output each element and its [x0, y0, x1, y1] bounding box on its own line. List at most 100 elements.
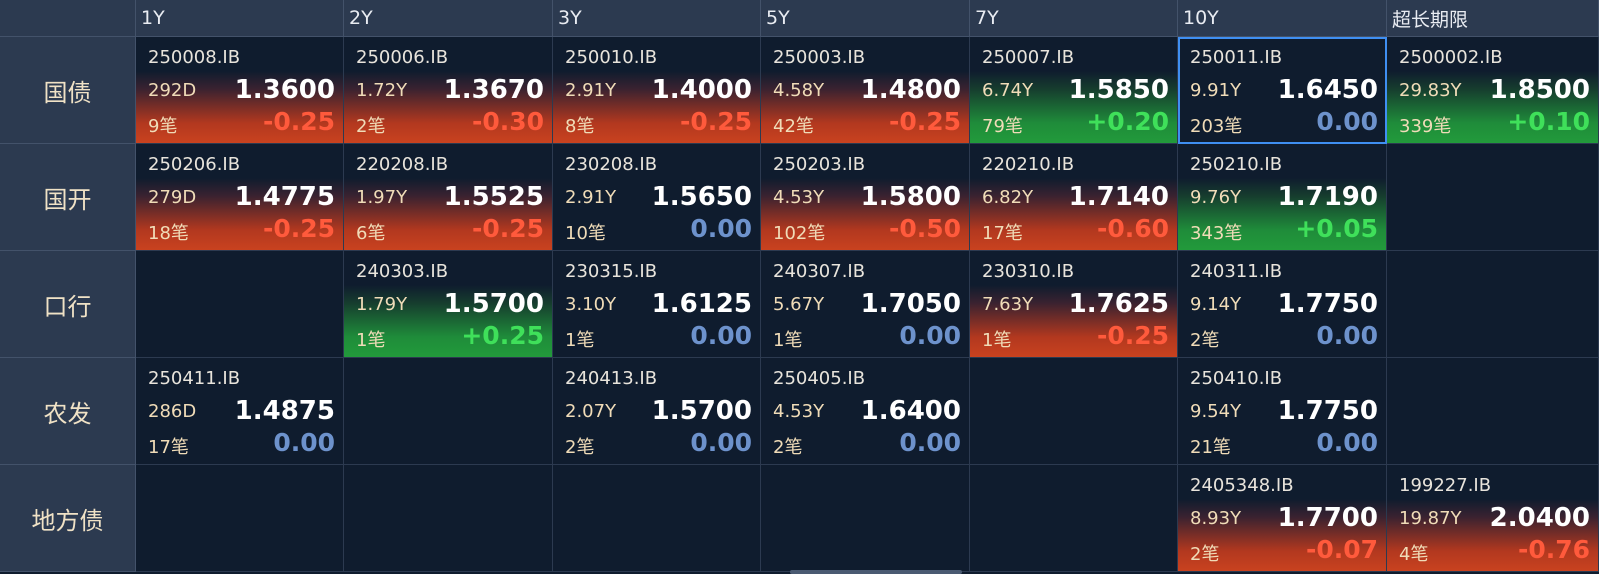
column-header-5y[interactable]: 5Y	[761, 0, 970, 37]
row-label[interactable]: 国开	[0, 144, 136, 251]
quote-cell[interactable]: 230310.IB 7.63Y 1.7625 1笔 -0.25	[970, 251, 1178, 358]
yield-value: 1.7625	[1068, 289, 1169, 319]
quote-cell[interactable]: 250010.IB 2.91Y 1.4000 8笔 -0.25	[553, 37, 761, 144]
yield-change: -0.76	[1517, 535, 1590, 564]
column-header-10y[interactable]: 10Y	[1178, 0, 1387, 37]
quote-cell[interactable]: 220208.IB 1.97Y 1.5525 6笔 -0.25	[344, 144, 553, 251]
bond-code: 230310.IB	[982, 261, 1075, 282]
empty-quote-cell	[553, 465, 761, 572]
row-label[interactable]: 口行	[0, 251, 136, 358]
quote-cell[interactable]: 250008.IB 292D 1.3600 9笔 -0.25	[136, 37, 344, 144]
quote-cell[interactable]: 250210.IB 9.76Y 1.7190 343笔 +0.05	[1178, 144, 1387, 251]
bond-quote-matrix: 1Y 2Y 3Y 5Y 7Y 10Y 超长期限 国债 250008.IB 292D 1…	[0, 0, 1599, 574]
bond-code: 250206.IB	[148, 154, 241, 175]
yield-change: -0.25	[262, 214, 335, 243]
trade-count: 10笔	[565, 223, 606, 244]
remaining-term: 9.54Y	[1190, 401, 1242, 422]
bond-code: 250410.IB	[1190, 368, 1283, 389]
bond-code: 240311.IB	[1190, 261, 1283, 282]
yield-value: 1.5700	[443, 289, 544, 319]
remaining-term: 4.53Y	[773, 401, 825, 422]
yield-change: 0.00	[1316, 428, 1378, 457]
quote-cell[interactable]: 230315.IB 3.10Y 1.6125 1笔 0.00	[553, 251, 761, 358]
column-header-7y[interactable]: 7Y	[970, 0, 1178, 37]
trade-count: 21笔	[1190, 437, 1231, 458]
empty-quote-cell	[344, 465, 553, 572]
yield-value: 1.3670	[443, 75, 544, 105]
yield-change: +0.20	[1086, 107, 1169, 136]
trade-count: 2笔	[565, 437, 595, 458]
column-header-ultra-long[interactable]: 超长期限	[1387, 0, 1599, 37]
bond-code: 250006.IB	[356, 47, 449, 68]
quote-cell[interactable]: 250203.IB 4.53Y 1.5800 102笔 -0.50	[761, 144, 970, 251]
column-header-3y[interactable]: 3Y	[553, 0, 761, 37]
bond-code: 240307.IB	[773, 261, 866, 282]
remaining-term: 286D	[148, 401, 197, 422]
yield-change: 0.00	[690, 428, 752, 457]
yield-value: 1.6400	[860, 396, 961, 426]
yield-value: 1.7700	[1277, 503, 1378, 533]
quote-cell[interactable]: 240311.IB 9.14Y 1.7750 2笔 0.00	[1178, 251, 1387, 358]
yield-value: 1.4775	[234, 182, 335, 212]
bond-code: 250203.IB	[773, 154, 866, 175]
yield-change: -0.30	[471, 107, 544, 136]
quote-cell[interactable]: 250007.IB 6.74Y 1.5850 79笔 +0.20	[970, 37, 1178, 144]
remaining-term: 8.93Y	[1190, 508, 1242, 529]
remaining-term: 2.91Y	[565, 80, 617, 101]
bond-code: 199227.IB	[1399, 475, 1492, 496]
row-label[interactable]: 农发	[0, 358, 136, 465]
quote-cell[interactable]: 240413.IB 2.07Y 1.5700 2笔 0.00	[553, 358, 761, 465]
empty-quote-cell	[136, 465, 344, 572]
quote-cell[interactable]: 2405348.IB 8.93Y 1.7700 2笔 -0.07	[1178, 465, 1387, 572]
yield-value: 1.7140	[1068, 182, 1169, 212]
bond-code: 240303.IB	[356, 261, 449, 282]
trade-count: 343笔	[1190, 223, 1243, 244]
column-header-1y[interactable]: 1Y	[136, 0, 344, 37]
quote-cell[interactable]: 240303.IB 1.79Y 1.5700 1笔 +0.25	[344, 251, 553, 358]
yield-change: 0.00	[273, 428, 335, 457]
quote-cell[interactable]: 250206.IB 279D 1.4775 18笔 -0.25	[136, 144, 344, 251]
remaining-term: 6.82Y	[982, 187, 1034, 208]
bond-code: 240413.IB	[565, 368, 658, 389]
empty-quote-cell	[344, 358, 553, 465]
yield-value: 1.4800	[860, 75, 961, 105]
quote-cell[interactable]: 2500002.IB 29.83Y 1.8500 339笔 +0.10	[1387, 37, 1599, 144]
yield-value: 1.6450	[1277, 75, 1378, 105]
quote-cell[interactable]: 250011.IB 9.91Y 1.6450 203笔 0.00	[1178, 37, 1387, 144]
remaining-term: 4.58Y	[773, 80, 825, 101]
quote-cell[interactable]: 199227.IB 19.87Y 2.0400 4笔 -0.76	[1387, 465, 1599, 572]
column-header-2y[interactable]: 2Y	[344, 0, 553, 37]
yield-value: 1.5650	[651, 182, 752, 212]
quote-cell[interactable]: 220210.IB 6.82Y 1.7140 17笔 -0.60	[970, 144, 1178, 251]
yield-value: 1.6125	[651, 289, 752, 319]
remaining-term: 7.63Y	[982, 294, 1034, 315]
remaining-term: 6.74Y	[982, 80, 1034, 101]
yield-value: 1.5850	[1068, 75, 1169, 105]
empty-quote-cell	[136, 251, 344, 358]
yield-change: -0.25	[1096, 321, 1169, 350]
quote-cell[interactable]: 250006.IB 1.72Y 1.3670 2笔 -0.30	[344, 37, 553, 144]
yield-value: 1.7750	[1277, 289, 1378, 319]
yield-change: 0.00	[899, 321, 961, 350]
trade-count: 2笔	[1190, 544, 1220, 565]
quote-cell[interactable]: 250003.IB 4.58Y 1.4800 42笔 -0.25	[761, 37, 970, 144]
yield-value: 1.4000	[651, 75, 752, 105]
quote-cell[interactable]: 230208.IB 2.91Y 1.5650 10笔 0.00	[553, 144, 761, 251]
bond-code: 220210.IB	[982, 154, 1075, 175]
row-label[interactable]: 地方债	[0, 465, 136, 572]
quote-cell[interactable]: 240307.IB 5.67Y 1.7050 1笔 0.00	[761, 251, 970, 358]
quote-cell[interactable]: 250410.IB 9.54Y 1.7750 21笔 0.00	[1178, 358, 1387, 465]
header-corner	[0, 0, 136, 37]
quote-cell[interactable]: 250411.IB 286D 1.4875 17笔 0.00	[136, 358, 344, 465]
yield-change: +0.25	[461, 321, 544, 350]
remaining-term: 19.87Y	[1399, 508, 1462, 529]
bond-code: 250011.IB	[1190, 47, 1283, 68]
quote-cell[interactable]: 250405.IB 4.53Y 1.6400 2笔 0.00	[761, 358, 970, 465]
yield-value: 1.7190	[1277, 182, 1378, 212]
row-label[interactable]: 国债	[0, 37, 136, 144]
trade-count: 17笔	[982, 223, 1023, 244]
remaining-term: 1.97Y	[356, 187, 408, 208]
remaining-term: 9.76Y	[1190, 187, 1242, 208]
yield-change: -0.60	[1096, 214, 1169, 243]
horizontal-scrollbar[interactable]	[790, 570, 962, 574]
